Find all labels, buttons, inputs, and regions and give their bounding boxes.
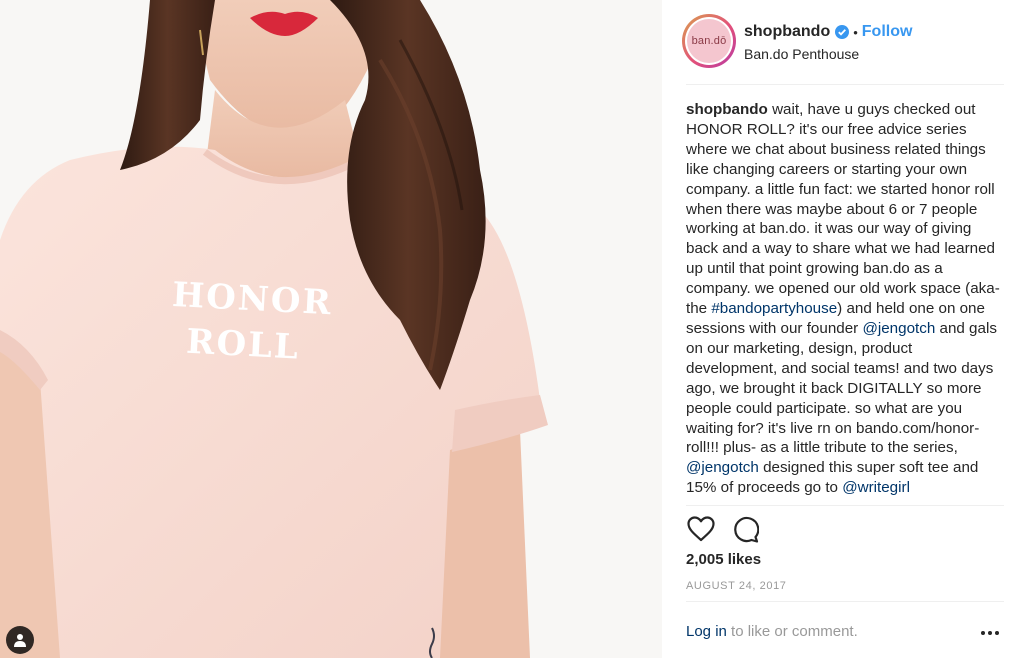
post-side-panel: ban.dō shopbando • Follow Ban.do Penthou… bbox=[662, 0, 1024, 658]
caption-text: shopbando wait, have u guys checked out … bbox=[686, 100, 1004, 498]
login-suffix: to like or comment. bbox=[726, 623, 858, 640]
like-button[interactable] bbox=[686, 514, 716, 544]
login-prompt: Log in to like or comment. bbox=[686, 623, 858, 640]
caption-username[interactable]: shopbando bbox=[686, 101, 768, 118]
post-header: ban.dō shopbando • Follow Ban.do Penthou… bbox=[682, 14, 1004, 72]
mention-link[interactable]: @jengotch bbox=[686, 459, 759, 476]
follow-button[interactable]: Follow bbox=[862, 23, 913, 41]
avatar-label: ban.dō bbox=[687, 19, 731, 63]
likes-count[interactable]: 2,005 likes bbox=[686, 551, 761, 568]
username-link[interactable]: shopbando bbox=[744, 23, 830, 41]
mention-link[interactable]: @writegirl bbox=[842, 479, 910, 496]
header-divider bbox=[686, 84, 1004, 85]
caption-segment: wait, have u guys checked out HONOR ROLL… bbox=[686, 101, 1000, 318]
caption-divider bbox=[686, 505, 1004, 506]
post-photo[interactable]: HONOR ROLL bbox=[0, 0, 662, 658]
post-date: AUGUST 24, 2017 bbox=[686, 580, 787, 592]
action-bar bbox=[686, 514, 774, 544]
shirt-print-line-1: HONOR bbox=[171, 275, 334, 323]
photo-illustration: HONOR ROLL bbox=[0, 0, 662, 658]
user-tag-icon bbox=[14, 634, 26, 647]
comment-button[interactable] bbox=[730, 514, 760, 544]
comment-icon bbox=[734, 516, 759, 543]
more-options-icon[interactable] bbox=[980, 628, 1000, 638]
separator-dot: • bbox=[853, 24, 858, 40]
footer-divider bbox=[686, 601, 1004, 602]
verified-badge-icon bbox=[835, 25, 850, 39]
hashtag-link[interactable]: #bandopartyhouse bbox=[711, 300, 837, 317]
avatar[interactable]: ban.dō bbox=[682, 14, 736, 68]
heart-icon bbox=[687, 516, 715, 542]
user-tag-button[interactable] bbox=[6, 626, 34, 654]
caption-scroll-area[interactable]: shopbando wait, have u guys checked out … bbox=[686, 100, 1004, 504]
mention-link[interactable]: @jengotch bbox=[862, 320, 935, 337]
location-link[interactable]: Ban.do Penthouse bbox=[744, 46, 912, 62]
login-link[interactable]: Log in bbox=[686, 623, 727, 640]
caption-segment: and gals on our marketing, design, produ… bbox=[686, 319, 997, 457]
shirt-print-line-2: ROLL bbox=[185, 322, 301, 368]
